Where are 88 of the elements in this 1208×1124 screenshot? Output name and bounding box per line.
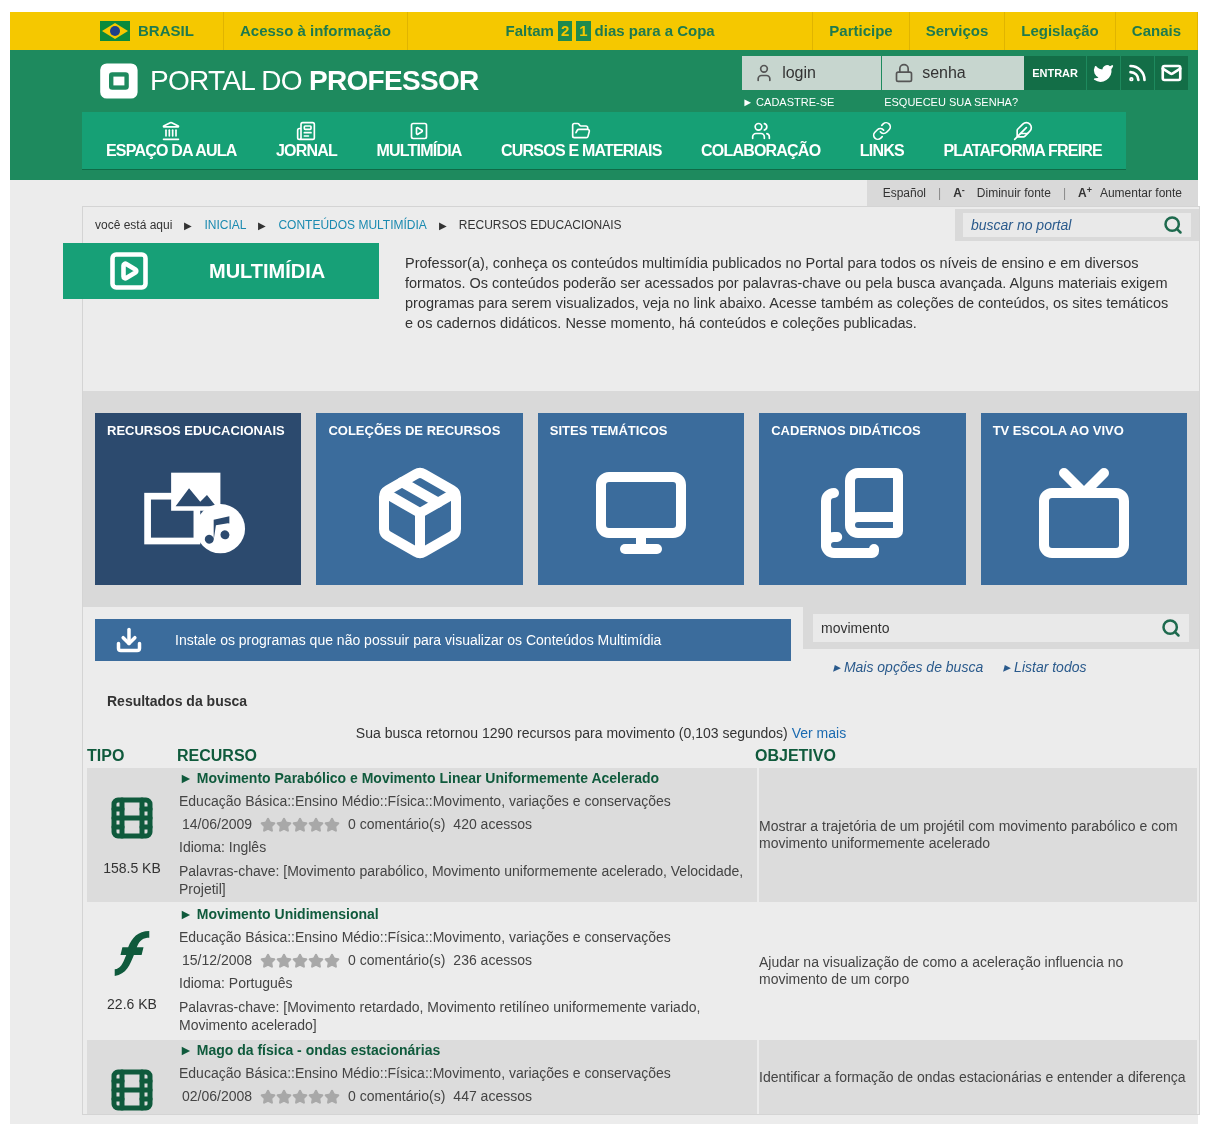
nav-item[interactable]: PLATAFORMA FREIRE xyxy=(943,120,1102,161)
resource-objective: Identificar a formação de ondas estacionárias e entender a diferença xyxy=(759,1068,1187,1086)
portal-search-field[interactable]: buscar no portal xyxy=(963,213,1163,237)
see-more-link[interactable]: Ver mais xyxy=(791,725,847,741)
resource-category: Educação Básica::Ensino Médio::Física::Movimento, variações e conservações xyxy=(179,929,672,946)
breadcrumb-intro: você está aqui xyxy=(95,217,173,234)
section-title: MULTIMÍDIA xyxy=(209,259,326,284)
breadcrumb-item[interactable]: RECURSOS EDUCACIONAIS xyxy=(458,216,622,234)
more-options-link[interactable]: ▸ Mais opções de busca xyxy=(833,657,984,678)
countdown-text: dias para a Copa xyxy=(594,20,715,41)
search-field[interactable]: movimento xyxy=(813,614,1161,642)
comment-count: 0 comentário(s) xyxy=(348,1088,446,1105)
breadcrumb-item[interactable]: CONTEÚDOS MULTIMÍDIA xyxy=(278,216,427,234)
breadcrumb-arrow: ▶ xyxy=(184,218,193,233)
column-header: RECURSO xyxy=(177,746,258,766)
category-tile[interactable]: SITES TEMÁTICOS xyxy=(537,413,745,585)
install-banner[interactable]: Instale os programas que não possuir para visualizar os Conteúdos Multimídia xyxy=(95,619,791,661)
access-count: 236 acessos xyxy=(453,952,532,969)
comment-count: 0 comentário(s) xyxy=(348,816,446,833)
resource-category: Educação Básica::Ensino Médio::Física::Movimento, variações e conservações xyxy=(179,793,672,810)
column-header: OBJETIVO xyxy=(755,746,837,766)
breadcrumb-arrow: ▶ xyxy=(258,218,267,233)
play-icon xyxy=(409,120,430,141)
resource-title[interactable]: ► Movimento Unidimensional xyxy=(179,906,755,923)
column-header: TIPO xyxy=(87,746,126,766)
nav-item[interactable]: CURSOS E MATERIAIS xyxy=(501,120,662,161)
resource-date: 02/06/2008 xyxy=(182,1088,253,1105)
comment-count: 0 comentário(s) xyxy=(348,952,446,969)
lock-icon xyxy=(894,63,915,83)
landmark-icon xyxy=(161,120,182,141)
flag-icon xyxy=(100,21,130,41)
enter-button[interactable]: ENTRAR xyxy=(1024,56,1086,90)
language-link[interactable]: Español xyxy=(882,184,927,202)
countdown-digit: 2 xyxy=(557,21,573,41)
mail-icon[interactable] xyxy=(1154,56,1188,90)
resource-language: Idioma: Inglês xyxy=(179,839,268,856)
countdown-digit: 1 xyxy=(576,21,591,41)
search-icon[interactable] xyxy=(1163,215,1183,235)
register-link[interactable]: ► CADASTRE-SE xyxy=(742,94,885,111)
access-count: 420 acessos xyxy=(453,816,532,833)
access-count: 447 acessos xyxy=(453,1088,532,1105)
breadcrumb-item[interactable]: INICIAL xyxy=(204,216,247,234)
resource-title[interactable]: ► Movimento Parabólico e Movimento Linear Uniformemente Acelerado xyxy=(179,770,755,787)
file-size: 158.5 KB xyxy=(103,859,161,878)
logo-text: PORTAL DO PROFESSOR xyxy=(150,67,479,95)
breadcrumb-arrow: ▶ xyxy=(438,218,447,233)
login-field[interactable]: login xyxy=(782,56,882,90)
nav-item[interactable]: COLABORAÇÃO xyxy=(701,120,821,161)
category-tile[interactable]: TV ESCOLA AO VIVO xyxy=(980,413,1188,585)
list-all-link[interactable]: ▸ Listar todos xyxy=(1003,657,1087,678)
forgot-password-link[interactable]: ESQUECEU SUA SENHA? xyxy=(884,94,1019,111)
users-icon xyxy=(750,120,771,141)
nav-item[interactable]: ESPAÇO DA AULA xyxy=(106,120,237,161)
password-field[interactable]: senha xyxy=(922,56,1025,90)
rss-icon[interactable] xyxy=(1120,56,1154,90)
increase-font-link[interactable]: A$^{+}$ Aumentar fonte xyxy=(1078,184,1182,202)
results-summary: Sua busca retornou 1290 recursos para movimento (0,103 segundos) xyxy=(355,725,788,741)
download-icon xyxy=(115,626,143,654)
country-link[interactable]: BRASIL xyxy=(138,19,194,43)
category-tile[interactable]: COLEÇÕES DE RECURSOS xyxy=(316,413,523,585)
resource-date: 15/12/2008 xyxy=(182,952,253,969)
feather-icon xyxy=(1012,120,1033,141)
resource-category: Educação Básica::Ensino Médio::Física::Movimento, variações e conservações xyxy=(179,1065,672,1082)
category-tile[interactable]: RECURSOS EDUCACIONAIS xyxy=(95,413,302,585)
results-heading: Resultados da busca xyxy=(106,692,249,710)
flash-icon xyxy=(112,930,152,978)
resource-keywords: Palavras-chave: [Movimento parabólico, Movimento uniformemente acelerado, Velocidade, Projetil] xyxy=(179,862,745,898)
nav-item[interactable]: JORNAL xyxy=(276,120,337,161)
twitter-icon[interactable] xyxy=(1086,56,1120,90)
separator: | xyxy=(938,185,942,202)
link-icon xyxy=(871,120,892,141)
resource-objective: Mostrar a trajetória de um projétil com movimento parabólico e com movimento uniformemente acelerado xyxy=(759,818,1179,852)
nav-item[interactable]: MULTIMÍDIA xyxy=(376,120,462,161)
category-tile[interactable]: CADERNOS DIDÁTICOS xyxy=(759,413,966,585)
search-icon[interactable] xyxy=(1161,618,1181,638)
intro-text: Professor(a), conheça os conteúdos multimídia publicados no Portal para todos os níveis de ensino e em diversos formatos. Os conteúdos poderão ser acessados por palavras-chave ou pela busca avançada. Alguns materiais exigem programas para serem visualizados, veja no link abaixo. Acesse também as coleções de conteúdos, os sites temáticos e os cadernos didáticos. Nesse momento, há conteúdos e coleções publicadas. xyxy=(405,254,1170,333)
resource-objective: Ajudar na visualização de como a aceleração influencia no movimento de um corpo xyxy=(759,954,1125,988)
resource-title[interactable]: ► Mago da física - ondas estacionárias xyxy=(179,1042,755,1059)
resource-language: Idioma: Português xyxy=(179,975,294,992)
separator: | xyxy=(1062,185,1066,202)
folder-icon xyxy=(571,120,592,141)
resource-keywords: Palavras-chave: [Movimento retardado, Movimento retilíneo uniformemente variado, Movimento acelerado] xyxy=(179,998,702,1034)
decrease-font-link[interactable]: A$^{-}$ Diminuir fonte xyxy=(953,184,1051,202)
file-size: 22.6 KB xyxy=(107,995,157,1014)
nav-item[interactable]: LINKS xyxy=(859,120,904,161)
newspaper-icon xyxy=(296,120,317,141)
countdown-text: Faltam xyxy=(505,20,554,41)
resource-date: 14/06/2009 xyxy=(182,816,253,833)
